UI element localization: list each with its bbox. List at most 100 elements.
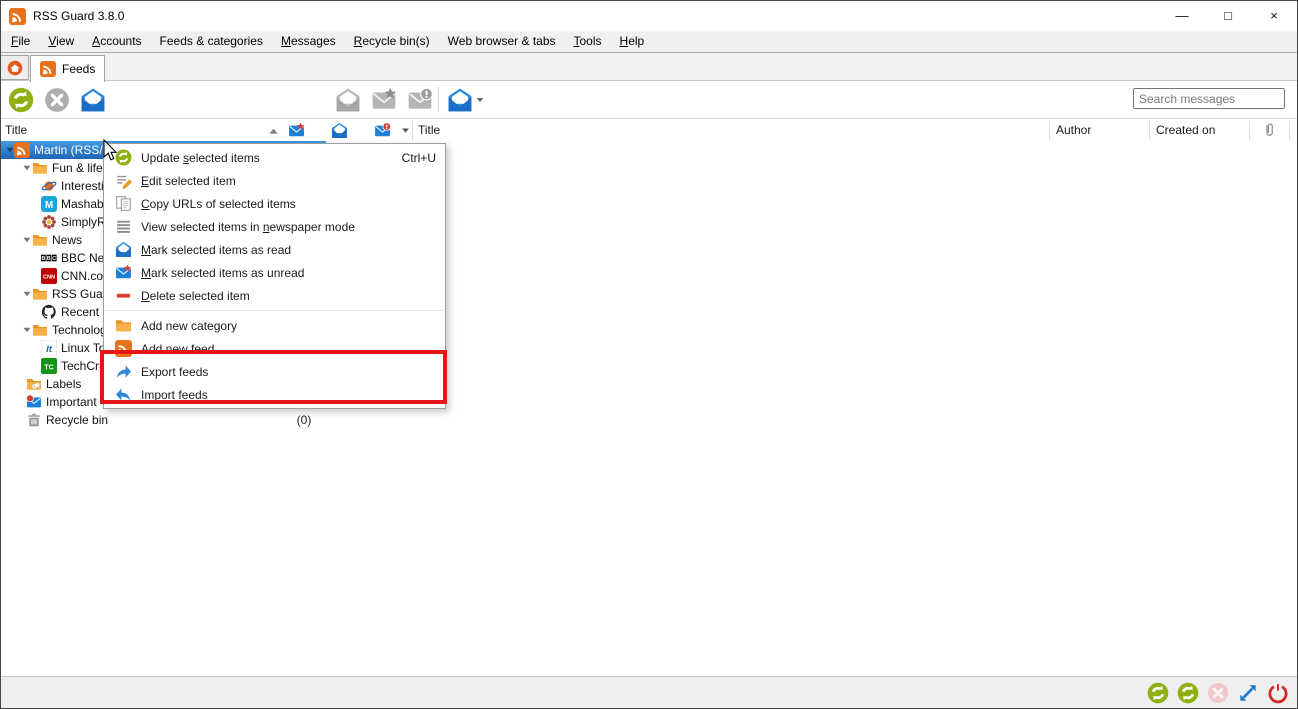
menubar-item-tools[interactable]: Tools <box>565 31 611 53</box>
envOpenGray-icon <box>335 87 361 113</box>
toolbar-right-group <box>445 86 486 113</box>
linuxtoday-icon: lt <box>41 340 57 356</box>
importA-icon <box>115 386 132 403</box>
tab-home[interactable] <box>1 55 29 80</box>
author-column-header[interactable]: Author <box>1056 123 1091 137</box>
tab-feeds[interactable]: Feeds <box>30 55 105 82</box>
status-bar <box>1 676 1297 708</box>
svg-text:B: B <box>41 256 45 262</box>
rss-icon <box>14 142 30 158</box>
update-selected-feeds-button[interactable] <box>1146 681 1169 704</box>
feed-label: Important <box>46 393 97 411</box>
toggle-fullscreen-button[interactable] <box>1236 681 1259 704</box>
svg-text:B: B <box>47 256 51 262</box>
menubar: FileViewAccountsFeeds & categoriesMessag… <box>1 31 1297 53</box>
folder-icon <box>32 322 48 338</box>
menu-item-label: Import feeds <box>141 388 436 402</box>
folderLabel-icon <box>26 376 42 392</box>
quit-application-button[interactable] <box>1266 681 1289 704</box>
menu-item-update-selected-items[interactable]: Update selected itemsCtrl+U <box>104 146 445 169</box>
menu-item-label: Add new category <box>141 319 436 333</box>
update-all-feeds-button[interactable] <box>7 86 34 113</box>
cancel-icon <box>44 87 70 113</box>
mark-message-read-button[interactable] <box>445 86 486 113</box>
feed-label: Recycle bin <box>46 411 108 429</box>
caret-down-icon[interactable] <box>475 95 485 105</box>
list-headers: Title Title Author Created on <box>1 118 1297 141</box>
tab-feeds-label: Feeds <box>62 62 95 76</box>
close-button[interactable]: × <box>1251 1 1297 31</box>
menubar-item-web-browser-tabs[interactable]: Web browser & tabs <box>439 31 565 53</box>
mark-selected-messages-unread-button[interactable] <box>370 86 397 113</box>
menu-item-export-feeds[interactable]: Export feeds <box>104 360 445 383</box>
menubar-item-messages[interactable]: Messages <box>272 31 345 53</box>
toolbar-left-group <box>7 86 106 113</box>
menubar-item-view[interactable]: View <box>39 31 83 53</box>
mark-all-messages-read-button[interactable] <box>79 86 106 113</box>
mark-selected-messages-read-button[interactable] <box>334 86 361 113</box>
edit-icon <box>115 172 132 189</box>
switch-message-importance-button[interactable] <box>406 86 433 113</box>
maximize-button[interactable]: □ <box>1205 1 1251 31</box>
svg-text:lt: lt <box>46 344 53 355</box>
menu-item-mark-selected-items-as-read[interactable]: Mark selected items as read <box>104 238 445 261</box>
column-divider[interactable] <box>1249 121 1250 140</box>
globe-icon <box>41 178 57 194</box>
menu-item-copy-urls-of-selected-items[interactable]: Copy URLs of selected items <box>104 192 445 215</box>
header-dropdown-icon[interactable] <box>400 125 411 136</box>
menu-separator <box>105 310 444 311</box>
flower-icon <box>41 214 57 230</box>
app-rss-icon <box>9 8 26 25</box>
svg-text:C: C <box>52 256 56 262</box>
rss-icon <box>40 61 56 77</box>
stop-running-update-button[interactable] <box>43 86 70 113</box>
envOpen-icon <box>115 241 132 258</box>
feed-count: (0) <box>289 411 319 429</box>
feeds-title-column-header[interactable]: Title <box>5 123 27 137</box>
menu-item-delete-selected-item[interactable]: Delete selected item <box>104 284 445 307</box>
minimize-button[interactable]: — <box>1159 1 1205 31</box>
column-divider[interactable] <box>1049 121 1050 140</box>
messages-title-column-header[interactable]: Title <box>418 123 440 137</box>
column-divider[interactable] <box>1149 121 1150 140</box>
refresh-icon <box>1147 682 1169 704</box>
title-bar: RSS Guard 3.8.0 — □ × <box>1 1 1297 31</box>
created-on-column-header[interactable]: Created on <box>1156 123 1215 137</box>
menubar-item-accounts[interactable]: Accounts <box>83 31 150 53</box>
bbc-icon: BBC <box>41 250 57 266</box>
unread-count-column-icon[interactable] <box>288 122 305 139</box>
menubar-item-recycle-bin-s[interactable]: Recycle bin(s) <box>345 31 439 53</box>
expandArrows-icon <box>1237 682 1259 704</box>
feed-row-recycle-bin[interactable]: Recycle bin (0) <box>1 411 412 429</box>
menu-item-label: Mark selected items as read <box>141 243 436 257</box>
menu-item-add-new-feed[interactable]: Add new feed <box>104 337 445 360</box>
panel-splitter[interactable] <box>412 121 413 140</box>
attachment-column-icon[interactable] <box>1261 122 1278 139</box>
rss-icon <box>115 340 132 357</box>
stop-update-button[interactable] <box>1206 681 1229 704</box>
trash-icon <box>26 412 42 428</box>
menubar-item-feeds-categories[interactable]: Feeds & categories <box>151 31 272 53</box>
menu-item-view-selected-items-in-newspaper-mode[interactable]: View selected items in newspaper mode <box>104 215 445 238</box>
menubar-item-file[interactable]: File <box>2 31 39 53</box>
sort-ascending-icon <box>268 126 279 137</box>
envOpen-icon <box>80 87 106 113</box>
update-all-feeds-button[interactable] <box>1176 681 1199 704</box>
svg-text:TC: TC <box>44 364 53 371</box>
menu-item-label: Export feeds <box>141 365 436 379</box>
read-count-column-icon[interactable] <box>331 122 348 139</box>
toolbar-separator <box>438 87 439 112</box>
feed-label: Labels <box>46 375 81 393</box>
menu-item-add-new-category[interactable]: Add new category <box>104 314 445 337</box>
column-divider <box>1289 121 1290 140</box>
menu-item-edit-selected-item[interactable]: Edit selected item <box>104 169 445 192</box>
envStar-icon <box>115 264 132 281</box>
menu-item-mark-selected-items-as-unread[interactable]: Mark selected items as unread <box>104 261 445 284</box>
home-icon <box>7 60 23 76</box>
menu-item-import-feeds[interactable]: Import feeds <box>104 383 445 406</box>
important-count-column-icon[interactable] <box>374 122 391 139</box>
svg-text:M: M <box>45 200 53 211</box>
menubar-item-help[interactable]: Help <box>611 31 654 53</box>
search-input[interactable] <box>1133 88 1285 109</box>
folder-icon <box>115 317 132 334</box>
